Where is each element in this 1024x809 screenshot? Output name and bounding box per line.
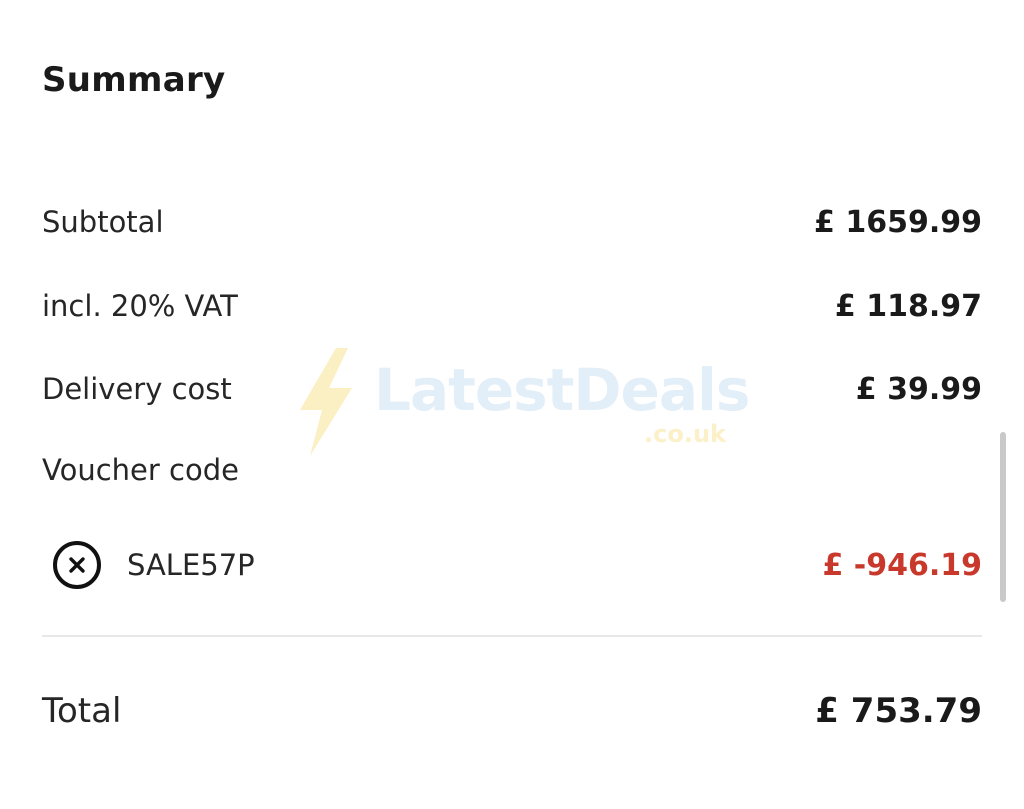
subtotal-row: Subtotal £ 1659.99 (42, 197, 982, 247)
subtotal-value: £ 1659.99 (814, 204, 982, 240)
vat-label: incl. 20% VAT (42, 289, 238, 323)
delivery-label: Delivery cost (42, 372, 232, 406)
remove-voucher-button[interactable] (53, 541, 101, 589)
vat-value: £ 118.97 (834, 288, 982, 324)
delivery-row: Delivery cost £ 39.99 (42, 364, 982, 414)
scrollbar-thumb[interactable] (1000, 432, 1006, 602)
delivery-value: £ 39.99 (855, 371, 982, 407)
voucher-heading-row: Voucher code (42, 445, 982, 495)
total-value: £ 753.79 (815, 691, 982, 731)
divider (42, 635, 982, 637)
close-icon (69, 557, 85, 573)
subtotal-label: Subtotal (42, 205, 164, 239)
applied-voucher-row: SALE57P £ -946.19 (42, 540, 982, 590)
watermark-suffix: .co.uk (644, 420, 726, 448)
voucher-heading: Voucher code (42, 453, 239, 487)
vat-row: incl. 20% VAT £ 118.97 (42, 281, 982, 331)
total-row: Total £ 753.79 (42, 686, 982, 736)
total-label: Total (42, 691, 122, 731)
applied-voucher: SALE57P (42, 541, 255, 589)
voucher-discount-value: £ -946.19 (822, 547, 982, 583)
voucher-code: SALE57P (127, 548, 255, 582)
page-title: Summary (42, 60, 226, 100)
